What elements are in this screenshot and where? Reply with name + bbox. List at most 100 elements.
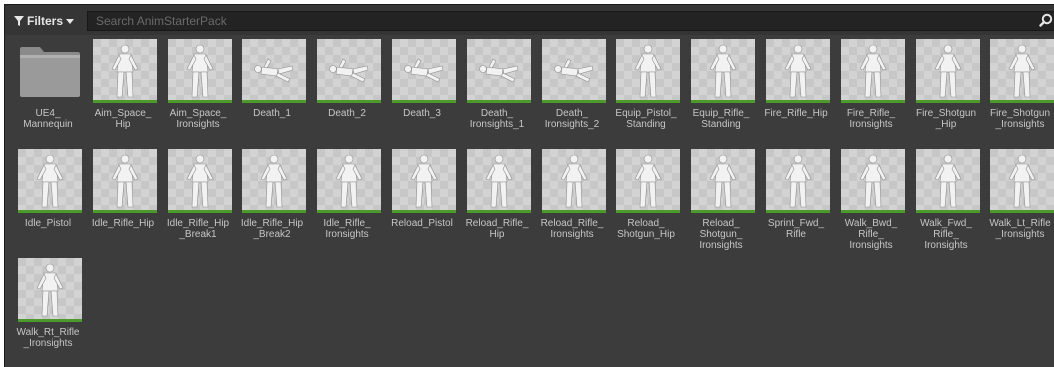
mannequin-figure	[990, 149, 1054, 213]
mannequin-figure	[93, 149, 157, 213]
animation-thumbnail	[93, 149, 157, 213]
asset-tile-aim-space-hip[interactable]: Aim_Space_ Hip	[85, 36, 160, 141]
animation-asset-bar	[93, 100, 157, 103]
animation-asset-bar	[242, 210, 306, 213]
animation-asset-bar	[691, 210, 755, 213]
animation-asset-bar	[542, 100, 606, 103]
animation-thumbnail	[242, 39, 306, 103]
mannequin-figure	[18, 258, 82, 322]
asset-tile-aim-space-ironsights[interactable]: Aim_Space_ Ironsights	[160, 36, 235, 141]
asset-tile-idle-rifle-hip-break1[interactable]: Idle_Rifle_Hip _Break1	[160, 146, 235, 251]
animation-asset-bar	[317, 210, 381, 213]
asset-tile-sprint-fwd-rifle[interactable]: Sprint_Fwd_ Rifle	[758, 146, 833, 251]
animation-thumbnail	[691, 149, 755, 213]
animation-thumbnail	[542, 39, 606, 103]
animation-thumbnail	[916, 149, 980, 213]
animation-asset-bar	[18, 319, 82, 322]
mannequin-figure	[616, 149, 680, 213]
animation-asset-bar	[542, 210, 606, 213]
animation-asset-bar	[392, 210, 456, 213]
asset-grid: UE4_ Mannequin Aim_Space_ Hip Aim_Space_ I…	[5, 5, 1054, 367]
animation-thumbnail	[841, 39, 905, 103]
asset-label: Fire_Shotgun _Ironsights	[989, 108, 1051, 130]
asset-tile-walk-rt-rifle-ironsights[interactable]: Walk_Rt_Rifle _Ironsights	[10, 255, 85, 360]
asset-tile-reload-shotgun-ironsights[interactable]: Reload_ Shotgun_ Ironsights	[683, 146, 758, 251]
animation-asset-bar	[616, 210, 680, 213]
mannequin-figure	[317, 149, 381, 213]
mannequin-figure	[691, 39, 755, 103]
animation-thumbnail	[18, 258, 82, 322]
animation-thumbnail	[168, 39, 232, 103]
asset-tile-equip-rifle-standing[interactable]: Equip_Rifle_ Standing	[683, 36, 758, 141]
asset-tile-fire-shotgun-hip[interactable]: Fire_Shotgun _Hip	[908, 36, 983, 141]
mannequin-figure	[766, 149, 830, 213]
mannequin-figure	[616, 39, 680, 103]
asset-tile-idle-rifle-ironsights[interactable]: Idle_Rifle_ Ironsights	[309, 146, 384, 251]
asset-tile-death-1[interactable]: Death_1	[234, 36, 309, 141]
animation-thumbnail	[317, 39, 381, 103]
asset-tile-fire-rifle-ironsights[interactable]: Fire_Rifle_ Ironsights	[833, 36, 908, 141]
asset-tile-walk-bwd-rifle-ironsights[interactable]: Walk_Bwd_ Rifle_ Ironsights	[833, 146, 908, 251]
animation-asset-bar	[93, 210, 157, 213]
asset-tile-walk-lt-rifle-ironsights[interactable]: Walk_Lt_Rifle _Ironsights	[982, 146, 1054, 251]
animation-asset-bar	[467, 210, 531, 213]
asset-label: Walk_Lt_Rifle _Ironsights	[989, 218, 1051, 240]
asset-tile-reload-rifle-hip[interactable]: Reload_Rifle_ Hip	[459, 146, 534, 251]
asset-tile-death-2[interactable]: Death_2	[309, 36, 384, 141]
folder-icon	[20, 47, 80, 97]
asset-tile-fire-rifle-hip[interactable]: Fire_Rifle_Hip	[758, 36, 833, 141]
animation-thumbnail	[392, 149, 456, 213]
animation-asset-bar	[392, 100, 456, 103]
asset-tile-idle-pistol[interactable]: Idle_Pistol	[10, 146, 85, 251]
mannequin-figure	[916, 39, 980, 103]
asset-tile-walk-fwd-rifle-ironsights[interactable]: Walk_Fwd_ Rifle_ Ironsights	[908, 146, 983, 251]
mannequin-figure	[766, 39, 830, 103]
asset-tile-ue4-mannequin[interactable]: UE4_ Mannequin	[10, 36, 85, 141]
animation-thumbnail	[990, 149, 1054, 213]
asset-tile-reload-rifle-ironsights[interactable]: Reload_Rifle_ Ironsights	[534, 146, 609, 251]
animation-asset-bar	[168, 210, 232, 213]
animation-thumbnail	[317, 149, 381, 213]
mannequin-figure	[542, 149, 606, 213]
mannequin-figure	[93, 39, 157, 103]
animation-thumbnail	[242, 149, 306, 213]
mannequin-figure	[467, 149, 531, 213]
animation-thumbnail	[467, 149, 531, 213]
animation-asset-bar	[691, 100, 755, 103]
asset-label: Walk_Rt_Rifle _Ironsights	[16, 327, 80, 349]
animation-asset-bar	[841, 100, 905, 103]
animation-thumbnail	[392, 39, 456, 103]
animation-asset-bar	[317, 100, 381, 103]
mannequin-figure	[542, 39, 606, 103]
asset-tile-death-3[interactable]: Death_3	[384, 36, 459, 141]
animation-thumbnail	[691, 39, 755, 103]
animation-asset-bar	[916, 210, 980, 213]
mannequin-figure	[691, 149, 755, 213]
asset-tile-reload-pistol[interactable]: Reload_Pistol	[384, 146, 459, 251]
mannequin-figure	[168, 149, 232, 213]
animation-asset-bar	[841, 210, 905, 213]
animation-asset-bar	[168, 100, 232, 103]
animation-asset-bar	[990, 210, 1054, 213]
animation-thumbnail	[766, 39, 830, 103]
content-browser: Filters UE4_ MannequinAim_Space_ HipAim_…	[4, 4, 1054, 367]
mannequin-figure	[242, 149, 306, 213]
asset-tile-idle-rifle-hip[interactable]: Idle_Rifle_Hip	[85, 146, 160, 251]
asset-tile-idle-rifle-hip-break2[interactable]: Idle_Rifle_Hip _Break2	[234, 146, 309, 251]
asset-tile-death-ironsights-2[interactable]: Death_ Ironsights_2	[534, 36, 609, 141]
asset-tile-death-ironsights-1[interactable]: Death_ Ironsights_1	[459, 36, 534, 141]
animation-asset-bar	[766, 100, 830, 103]
mannequin-figure	[18, 149, 82, 213]
asset-tile-reload-shotgun-hip[interactable]: Reload_ Shotgun_Hip	[608, 146, 683, 251]
animation-thumbnail	[616, 39, 680, 103]
mannequin-figure	[841, 39, 905, 103]
mannequin-figure	[168, 39, 232, 103]
animation-thumbnail	[616, 149, 680, 213]
animation-thumbnail	[916, 39, 980, 103]
animation-thumbnail	[841, 149, 905, 213]
asset-tile-fire-shotgun-ironsights[interactable]: Fire_Shotgun _Ironsights	[982, 36, 1054, 141]
mannequin-figure	[392, 39, 456, 103]
animation-thumbnail	[18, 149, 82, 213]
asset-tile-equip-pistol-standing[interactable]: Equip_Pistol_ Standing	[608, 36, 683, 141]
mannequin-figure	[317, 39, 381, 103]
